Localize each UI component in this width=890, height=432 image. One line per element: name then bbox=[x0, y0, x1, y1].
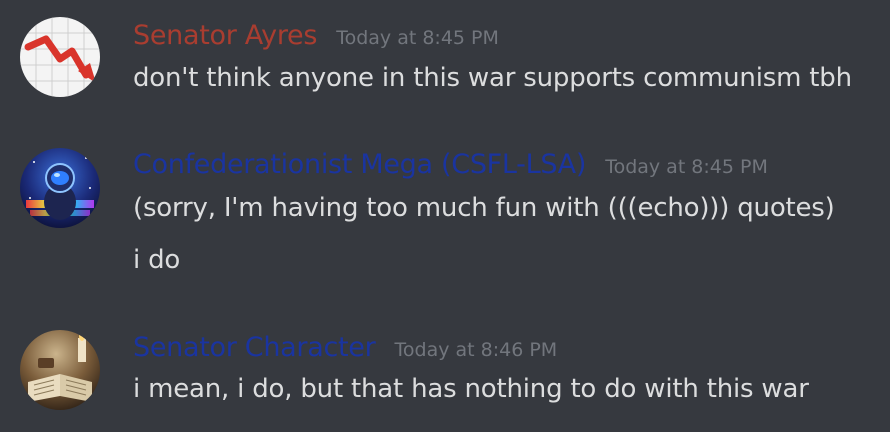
username[interactable]: Senator Ayres bbox=[133, 20, 317, 51]
username[interactable]: Senator Character bbox=[133, 332, 376, 363]
declining-chart-arrow-icon bbox=[20, 17, 100, 97]
message-header: Confederationist Mega (CSFL-LSA) Today a… bbox=[133, 149, 768, 180]
message-text: don't think anyone in this war supports … bbox=[133, 63, 852, 93]
avatar[interactable] bbox=[20, 17, 100, 97]
message-header: Senator Character Today at 8:46 PM bbox=[133, 332, 557, 363]
chat-messages: Senator Ayres Today at 8:45 PM don't thi… bbox=[0, 0, 890, 432]
message-text: (sorry, I'm having too much fun with (((… bbox=[133, 193, 835, 223]
book-candle-icon bbox=[20, 330, 100, 410]
avatar[interactable] bbox=[20, 148, 100, 228]
username[interactable]: Confederationist Mega (CSFL-LSA) bbox=[133, 149, 586, 180]
timestamp: Today at 8:45 PM bbox=[336, 27, 499, 49]
timestamp: Today at 8:45 PM bbox=[605, 156, 768, 178]
astronaut-icon bbox=[20, 148, 100, 228]
timestamp: Today at 8:46 PM bbox=[394, 339, 558, 361]
message-header: Senator Ayres Today at 8:45 PM bbox=[133, 20, 499, 51]
message-text: i mean, i do, but that has nothing to do… bbox=[133, 374, 809, 404]
message-text: i do bbox=[133, 245, 181, 275]
avatar[interactable] bbox=[20, 330, 100, 410]
